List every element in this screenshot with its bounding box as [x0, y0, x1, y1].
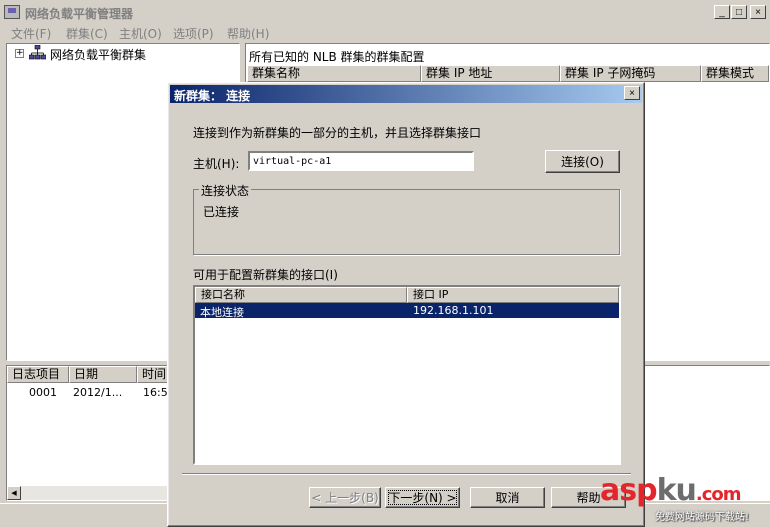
dialog-separator — [182, 473, 631, 475]
interface-row-selected[interactable] — [195, 303, 619, 318]
watermark-logo-ku: ku — [656, 473, 697, 508]
menu-bar — [0, 24, 770, 42]
menu-host[interactable]: 主机(O) — [119, 25, 162, 42]
back-button[interactable]: < 上一步(B) — [309, 487, 381, 508]
log-entry-id[interactable]: 0001 — [29, 386, 57, 399]
connect-button[interactable]: 连接(O) — [545, 150, 620, 173]
log-horizontal-scrollbar[interactable] — [7, 486, 167, 500]
connection-status-text: 已连接 — [203, 205, 240, 219]
minimize-button[interactable]: _ — [714, 5, 730, 19]
menu-cluster[interactable]: 群集(C) — [66, 25, 108, 42]
tree-item-nlb-clusters[interactable]: 网络负载平衡群集 — [50, 46, 146, 63]
column-log-date[interactable]: 日期 — [69, 366, 137, 383]
dialog-title: 新群集： 连接 — [174, 89, 251, 103]
next-button[interactable]: 下一步(N) > — [385, 487, 460, 508]
cluster-config-title: 所有已知的 NLB 群集的群集配置 — [249, 50, 425, 64]
scroll-left-icon[interactable]: ◀ — [7, 486, 21, 500]
column-cluster-mode[interactable]: 群集模式 — [701, 65, 769, 82]
log-entry-date[interactable]: 2012/1... — [73, 386, 122, 399]
interface-ip-cell[interactable]: 192.168.1.101 — [413, 304, 493, 317]
menu-file[interactable]: 文件(F) — [11, 25, 51, 42]
host-input[interactable] — [248, 151, 474, 171]
dialog-instruction: 连接到作为新群集的一部分的主机，并且选择群集接口 — [193, 126, 482, 140]
column-cluster-name[interactable]: 群集名称 — [247, 65, 421, 82]
window-title: 网络负载平衡管理器 — [25, 7, 134, 21]
aspku-watermark-logo: aspku.com — [600, 473, 742, 508]
watermark-logo-com: .com — [695, 484, 742, 505]
menu-options[interactable]: 选项(P) — [173, 25, 214, 42]
dialog-close-button[interactable]: × — [624, 86, 640, 100]
connection-status-label: 连接状态 — [199, 182, 252, 199]
watermark-subtitle: 免费网站源码下载站! — [655, 512, 750, 523]
column-log-time[interactable]: 时间 — [137, 366, 169, 383]
watermark-logo-asp: asp — [600, 473, 658, 508]
column-interface-ip[interactable]: 接口 IP — [407, 287, 619, 303]
maximize-button[interactable]: □ — [731, 5, 747, 19]
column-interface-name[interactable]: 接口名称 — [195, 287, 407, 303]
connection-status-group — [193, 189, 620, 255]
nlb-manager-app-icon[interactable] — [4, 5, 20, 19]
close-window-button[interactable]: × — [750, 5, 766, 19]
cancel-button[interactable]: 取消 — [470, 487, 545, 508]
menu-help[interactable]: 帮助(H) — [227, 25, 269, 42]
log-entry-time[interactable]: 16:5 — [143, 386, 168, 399]
interfaces-label: 可用于配置新群集的接口(I) — [193, 268, 338, 282]
column-cluster-ip[interactable]: 群集 IP 地址 — [421, 65, 560, 82]
tree-expand-icon[interactable]: + — [15, 49, 24, 58]
network-cluster-icon — [29, 45, 46, 60]
host-label: 主机(H): — [193, 157, 240, 171]
column-cluster-subnet-mask[interactable]: 群集 IP 子网掩码 — [560, 65, 701, 82]
column-log-entry[interactable]: 日志项目 — [7, 366, 69, 383]
interface-name-cell[interactable]: 本地连接 — [200, 304, 244, 320]
